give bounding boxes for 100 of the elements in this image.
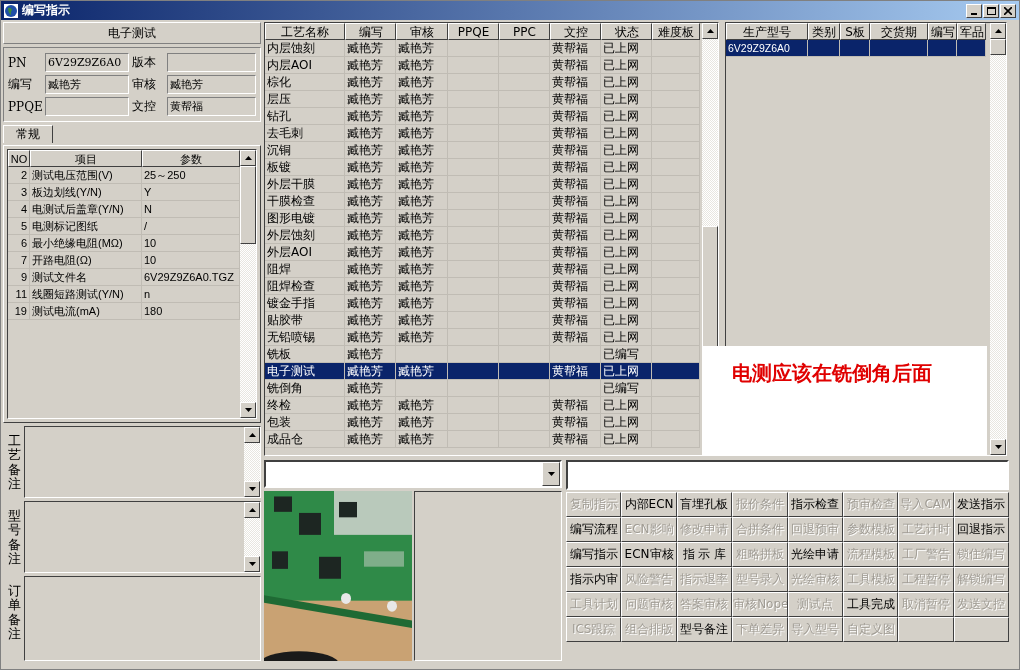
table-cell[interactable]: 已上网 xyxy=(601,278,652,295)
table-cell[interactable]: 已编写 xyxy=(601,380,652,397)
column-header[interactable]: 类别 xyxy=(808,23,840,40)
table-cell[interactable]: 臧艳芳 xyxy=(345,278,396,295)
table-cell[interactable]: 已上网 xyxy=(601,414,652,431)
table-cell[interactable]: 黄帮福 xyxy=(550,295,601,312)
table-cell[interactable]: 臧艳芳 xyxy=(396,414,448,431)
tab[interactable]: 常规 xyxy=(3,125,53,143)
table-cell[interactable]: 铣倒角 xyxy=(265,380,345,397)
action-button[interactable]: 回退指示 xyxy=(953,517,1009,542)
table-cell[interactable]: 黄帮福 xyxy=(550,91,601,108)
table-cell[interactable]: 终检 xyxy=(265,397,345,414)
doc-control-field[interactable]: 黄帮福 xyxy=(167,97,256,116)
table-cell[interactable]: 臧艳芳 xyxy=(345,363,396,380)
table-cell[interactable]: 臧艳芳 xyxy=(396,312,448,329)
table-cell[interactable]: 已上网 xyxy=(601,57,652,74)
table-cell[interactable]: 黄帮福 xyxy=(550,431,601,448)
table-cell[interactable]: 臧艳芳 xyxy=(396,159,448,176)
table-cell[interactable]: 臧艳芳 xyxy=(396,261,448,278)
table-cell[interactable]: 已上网 xyxy=(601,244,652,261)
table-cell[interactable]: 干膜检查 xyxy=(265,193,345,210)
table-cell[interactable]: 臧艳芳 xyxy=(345,414,396,431)
table-cell[interactable]: 已上网 xyxy=(601,312,652,329)
table-cell[interactable]: 臧艳芳 xyxy=(345,431,396,448)
table-cell[interactable]: 已上网 xyxy=(601,193,652,210)
table-cell[interactable]: 已上网 xyxy=(601,159,652,176)
table-cell[interactable]: 黄帮福 xyxy=(550,312,601,329)
table-cell[interactable]: 黄帮福 xyxy=(550,193,601,210)
table-cell[interactable]: 臧艳芳 xyxy=(396,278,448,295)
table-cell[interactable]: 图形电镀 xyxy=(265,210,345,227)
table-cell[interactable]: 臧艳芳 xyxy=(396,40,448,57)
table-cell[interactable]: 臧艳芳 xyxy=(396,431,448,448)
column-header[interactable]: 工艺名称 xyxy=(265,23,345,40)
table-cell[interactable]: 已上网 xyxy=(601,227,652,244)
table-cell[interactable]: 黄帮福 xyxy=(550,329,601,346)
table-cell[interactable]: 包装 xyxy=(265,414,345,431)
table-cell[interactable]: 内层AOI xyxy=(265,57,345,74)
table-cell[interactable]: 层压 xyxy=(265,91,345,108)
table-cell[interactable]: 臧艳芳 xyxy=(345,227,396,244)
writer-field[interactable]: 臧艳芳 xyxy=(45,75,129,94)
table-cell[interactable]: 外层蚀刻 xyxy=(265,227,345,244)
table-cell[interactable]: 已上网 xyxy=(601,91,652,108)
table-cell[interactable]: 棕化 xyxy=(265,74,345,91)
table-cell[interactable]: 已上网 xyxy=(601,363,652,380)
column-header[interactable]: 生产型号 xyxy=(726,23,808,40)
table-cell[interactable]: 臧艳芳 xyxy=(345,125,396,142)
table-cell[interactable]: 沉铜 xyxy=(265,142,345,159)
table-cell[interactable]: 臧艳芳 xyxy=(345,295,396,312)
column-header[interactable]: NO xyxy=(8,150,30,167)
table-cell[interactable]: 电子测试 xyxy=(265,363,345,380)
table-cell[interactable]: 6V29Z9Z6A0 xyxy=(726,40,808,57)
action-button[interactable]: 发送指示 xyxy=(953,492,1009,517)
column-header[interactable]: S板 xyxy=(840,23,870,40)
table-cell[interactable]: 臧艳芳 xyxy=(345,329,396,346)
action-button[interactable]: 编写流程 xyxy=(566,517,622,542)
table-cell[interactable]: 内层蚀刻 xyxy=(265,40,345,57)
table-cell[interactable]: 镀金手指 xyxy=(265,295,345,312)
pn-field[interactable]: 6V29Z9Z6A0 xyxy=(45,53,129,72)
table-cell[interactable]: 黄帮福 xyxy=(550,142,601,159)
action-button[interactable]: 盲埋孔板 xyxy=(676,492,733,517)
column-header[interactable]: PPQE xyxy=(448,23,499,40)
table-cell[interactable]: 黄帮福 xyxy=(550,176,601,193)
table-cell[interactable]: 已上网 xyxy=(601,108,652,125)
action-button[interactable]: 光绘申请 xyxy=(787,542,843,567)
table-cell[interactable]: 黄帮福 xyxy=(550,57,601,74)
table-cell[interactable]: 臧艳芳 xyxy=(396,397,448,414)
column-header[interactable]: 编写 xyxy=(345,23,396,40)
table-cell[interactable]: 臧艳芳 xyxy=(345,74,396,91)
table-cell[interactable]: 黄帮福 xyxy=(550,159,601,176)
table-cell[interactable]: 黄帮福 xyxy=(550,227,601,244)
table-cell[interactable]: 臧艳芳 xyxy=(345,210,396,227)
table-cell[interactable]: 阻焊检查 xyxy=(265,278,345,295)
table-cell[interactable]: 臧艳芳 xyxy=(396,329,448,346)
table-cell[interactable]: 臧艳芳 xyxy=(345,312,396,329)
table-cell[interactable]: 臧艳芳 xyxy=(396,193,448,210)
table-cell[interactable]: 臧艳芳 xyxy=(396,227,448,244)
column-header[interactable]: 状态 xyxy=(601,23,652,40)
table-cell[interactable]: 已上网 xyxy=(601,329,652,346)
table-cell[interactable]: 外层干膜 xyxy=(265,176,345,193)
table-cell[interactable]: 已上网 xyxy=(601,261,652,278)
table-cell[interactable]: 已上网 xyxy=(601,431,652,448)
action-button[interactable]: 指示内审 xyxy=(566,567,622,592)
table-cell[interactable]: 臧艳芳 xyxy=(396,108,448,125)
table-cell[interactable]: 臧艳芳 xyxy=(396,244,448,261)
table-cell[interactable]: 臧艳芳 xyxy=(396,295,448,312)
action-button[interactable]: 指示检查 xyxy=(787,492,843,517)
reviewer-field[interactable]: 臧艳芳 xyxy=(167,75,256,94)
table-cell[interactable]: 臧艳芳 xyxy=(345,91,396,108)
table-cell[interactable]: 已上网 xyxy=(601,40,652,57)
table-cell[interactable]: 黄帮福 xyxy=(550,414,601,431)
table-cell[interactable]: 黄帮福 xyxy=(550,74,601,91)
column-header[interactable]: 参数 xyxy=(142,150,240,167)
table-cell[interactable]: 黄帮福 xyxy=(550,210,601,227)
column-header[interactable]: 编写 xyxy=(928,23,957,40)
table-cell[interactable]: 黄帮福 xyxy=(550,363,601,380)
column-header[interactable]: 项目 xyxy=(30,150,142,167)
table-cell[interactable]: 钻孔 xyxy=(265,108,345,125)
table-cell[interactable]: 已上网 xyxy=(601,210,652,227)
action-button[interactable]: ECN审核 xyxy=(621,542,677,567)
action-button[interactable]: 指 示 库 xyxy=(676,542,733,567)
